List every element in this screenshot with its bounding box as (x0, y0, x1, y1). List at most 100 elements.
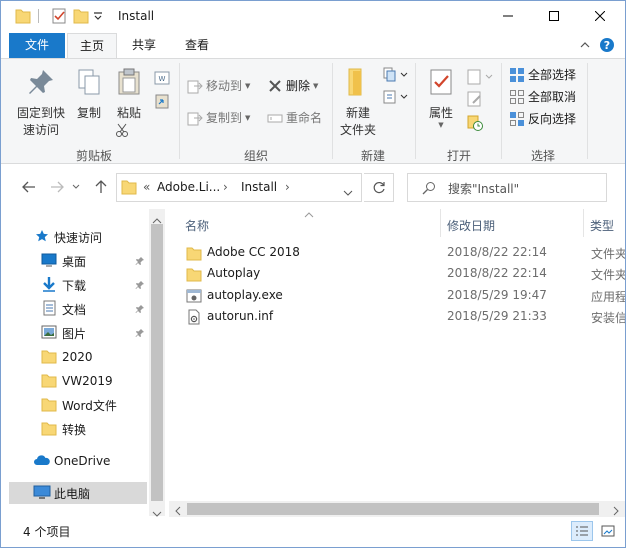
file-name: Autoplay (207, 266, 261, 280)
scrollbar-thumb[interactable] (151, 224, 163, 501)
folder-icon (186, 245, 202, 264)
nav-quick-access[interactable]: 快速访问 (9, 226, 147, 248)
refresh-icon (373, 181, 385, 193)
properties-label: 属性 (428, 106, 453, 120)
file-list-scrollbar[interactable] (169, 501, 625, 517)
nav-pane-scrollbar[interactable] (149, 209, 165, 517)
nav-label: 此电脑 (54, 486, 91, 501)
nav-label: 图片 (62, 326, 87, 341)
title-bar: Install (1, 1, 625, 31)
file-row[interactable]: autorun.inf 2018/5/29 21:33 安装信息 (177, 306, 625, 327)
file-row[interactable]: Autoplay 2018/8/22 22:14 文件夹 (177, 263, 625, 284)
cut-icon[interactable] (115, 123, 129, 140)
pin-icon[interactable] (135, 255, 145, 269)
maximize-button[interactable] (531, 1, 577, 31)
open-icon[interactable] (467, 69, 493, 88)
tab-view[interactable]: 查看 (173, 33, 221, 58)
scrollbar-thumb[interactable] (187, 503, 599, 515)
up-button[interactable] (91, 177, 111, 197)
column-header-date[interactable]: 修改日期 (441, 209, 583, 237)
pin-icon[interactable] (135, 279, 145, 293)
delete-button[interactable]: 删除 ▼ (267, 77, 318, 94)
paste-button[interactable]: 粘贴 (111, 67, 147, 121)
ribbon-home: 固定到快 速访问 复制 粘贴 W 剪贴板 移动到 ▼ 删除 ▼ 复制到 ▼ 重命… (1, 58, 625, 164)
paste-icon (118, 68, 140, 95)
pin-icon[interactable] (135, 327, 145, 341)
help-icon[interactable]: ? (599, 37, 615, 56)
nav-label: 桌面 (62, 254, 87, 269)
computer-icon (33, 485, 51, 502)
properties-icon (430, 69, 452, 95)
folder-icon (186, 266, 202, 285)
easy-access-icon[interactable] (383, 89, 409, 108)
rename-button[interactable]: 重命名 (267, 109, 322, 126)
pin-icon (29, 70, 53, 94)
invert-selection-button[interactable]: 反向选择 (509, 110, 576, 127)
file-date: 2018/8/22 22:14 (447, 245, 547, 259)
item-count: 4 个项目 (23, 525, 71, 539)
new-item-icon[interactable] (383, 67, 409, 86)
nav-item-vw2019[interactable]: VW2019 (9, 370, 147, 392)
up-arrow-icon (95, 180, 107, 193)
file-row[interactable]: autoplay.exe 2018/5/29 19:47 应用程序 (177, 285, 625, 306)
file-row[interactable]: Adobe CC 2018 2018/8/22 22:14 文件夹 (177, 242, 625, 263)
breadcrumb-overflow[interactable]: « (143, 180, 150, 194)
nav-item-2020[interactable]: 2020 (9, 346, 147, 368)
nav-item-documents[interactable]: 文档 (9, 298, 147, 320)
nav-this-pc[interactable]: 此电脑 (9, 482, 147, 504)
window-title: Install (118, 9, 155, 23)
details-view-button[interactable] (571, 521, 593, 541)
back-button[interactable] (19, 177, 39, 197)
paste-shortcut-icon[interactable] (154, 93, 170, 112)
close-button[interactable] (577, 1, 623, 31)
tab-file[interactable]: 文件 (9, 33, 65, 58)
nav-item-pictures[interactable]: 图片 (9, 322, 147, 344)
new-folder-button[interactable]: 新建 文件夹 (335, 67, 381, 138)
group-separator (587, 63, 588, 159)
address-bar[interactable]: « Adobe.Li... › Install › (116, 173, 362, 202)
folder-icon (41, 396, 57, 415)
select-none-button[interactable]: 全部取消 (509, 88, 576, 105)
pin-icon[interactable] (135, 303, 145, 317)
search-box[interactable]: 搜索"Install" (407, 173, 607, 202)
properties-button[interactable]: 属性 ▼ (421, 67, 461, 129)
nav-item-word[interactable]: Word文件 (9, 394, 147, 416)
tab-share[interactable]: 共享 (121, 33, 167, 58)
large-icons-view-button[interactable] (597, 521, 619, 541)
forward-button[interactable] (47, 177, 67, 197)
tab-home[interactable]: 主页 (67, 33, 117, 58)
breadcrumb-separator-icon[interactable]: › (223, 180, 228, 194)
address-dropdown-icon[interactable] (343, 185, 353, 199)
copy-path-icon[interactable]: W (154, 71, 170, 88)
refresh-button[interactable] (364, 173, 394, 202)
file-date: 2018/8/22 22:14 (447, 266, 547, 280)
nav-item-desktop[interactable]: 桌面 (9, 250, 147, 272)
edit-icon[interactable] (467, 91, 483, 110)
collapse-ribbon-icon[interactable] (579, 39, 591, 53)
copy-to-button[interactable]: 复制到 ▼ (187, 109, 250, 126)
breadcrumb-separator-icon[interactable]: › (285, 180, 290, 194)
column-header-type[interactable]: 类型 (584, 209, 625, 237)
breadcrumb-item-adobe[interactable]: Adobe.Li... (157, 180, 220, 194)
nav-item-convert[interactable]: 转换 (9, 418, 147, 440)
file-type: 应用程序 (591, 290, 625, 304)
column-header-name[interactable]: 名称 (177, 209, 439, 237)
column-label: 名称 (185, 219, 210, 233)
history-icon[interactable] (467, 115, 483, 134)
copy-icon (78, 69, 100, 95)
nav-onedrive[interactable]: OneDrive (9, 450, 147, 472)
breadcrumb-item-install[interactable]: Install (241, 180, 277, 194)
chevron-down-icon: ▼ (245, 81, 251, 90)
customize-quick-access-icon[interactable] (93, 10, 103, 28)
exe-icon (186, 288, 202, 307)
nav-item-downloads[interactable]: 下载 (9, 274, 147, 296)
properties-quick-icon[interactable] (51, 7, 67, 25)
group-separator (415, 63, 416, 159)
select-all-button[interactable]: 全部选择 (509, 66, 576, 83)
copy-button[interactable]: 复制 (71, 67, 107, 121)
move-to-button[interactable]: 移动到 ▼ (187, 77, 250, 94)
new-folder-quick-icon[interactable] (73, 7, 89, 25)
minimize-button[interactable] (485, 1, 531, 31)
recent-locations-button[interactable] (69, 177, 83, 197)
pin-to-quick-access-button[interactable]: 固定到快 速访问 (13, 67, 69, 138)
